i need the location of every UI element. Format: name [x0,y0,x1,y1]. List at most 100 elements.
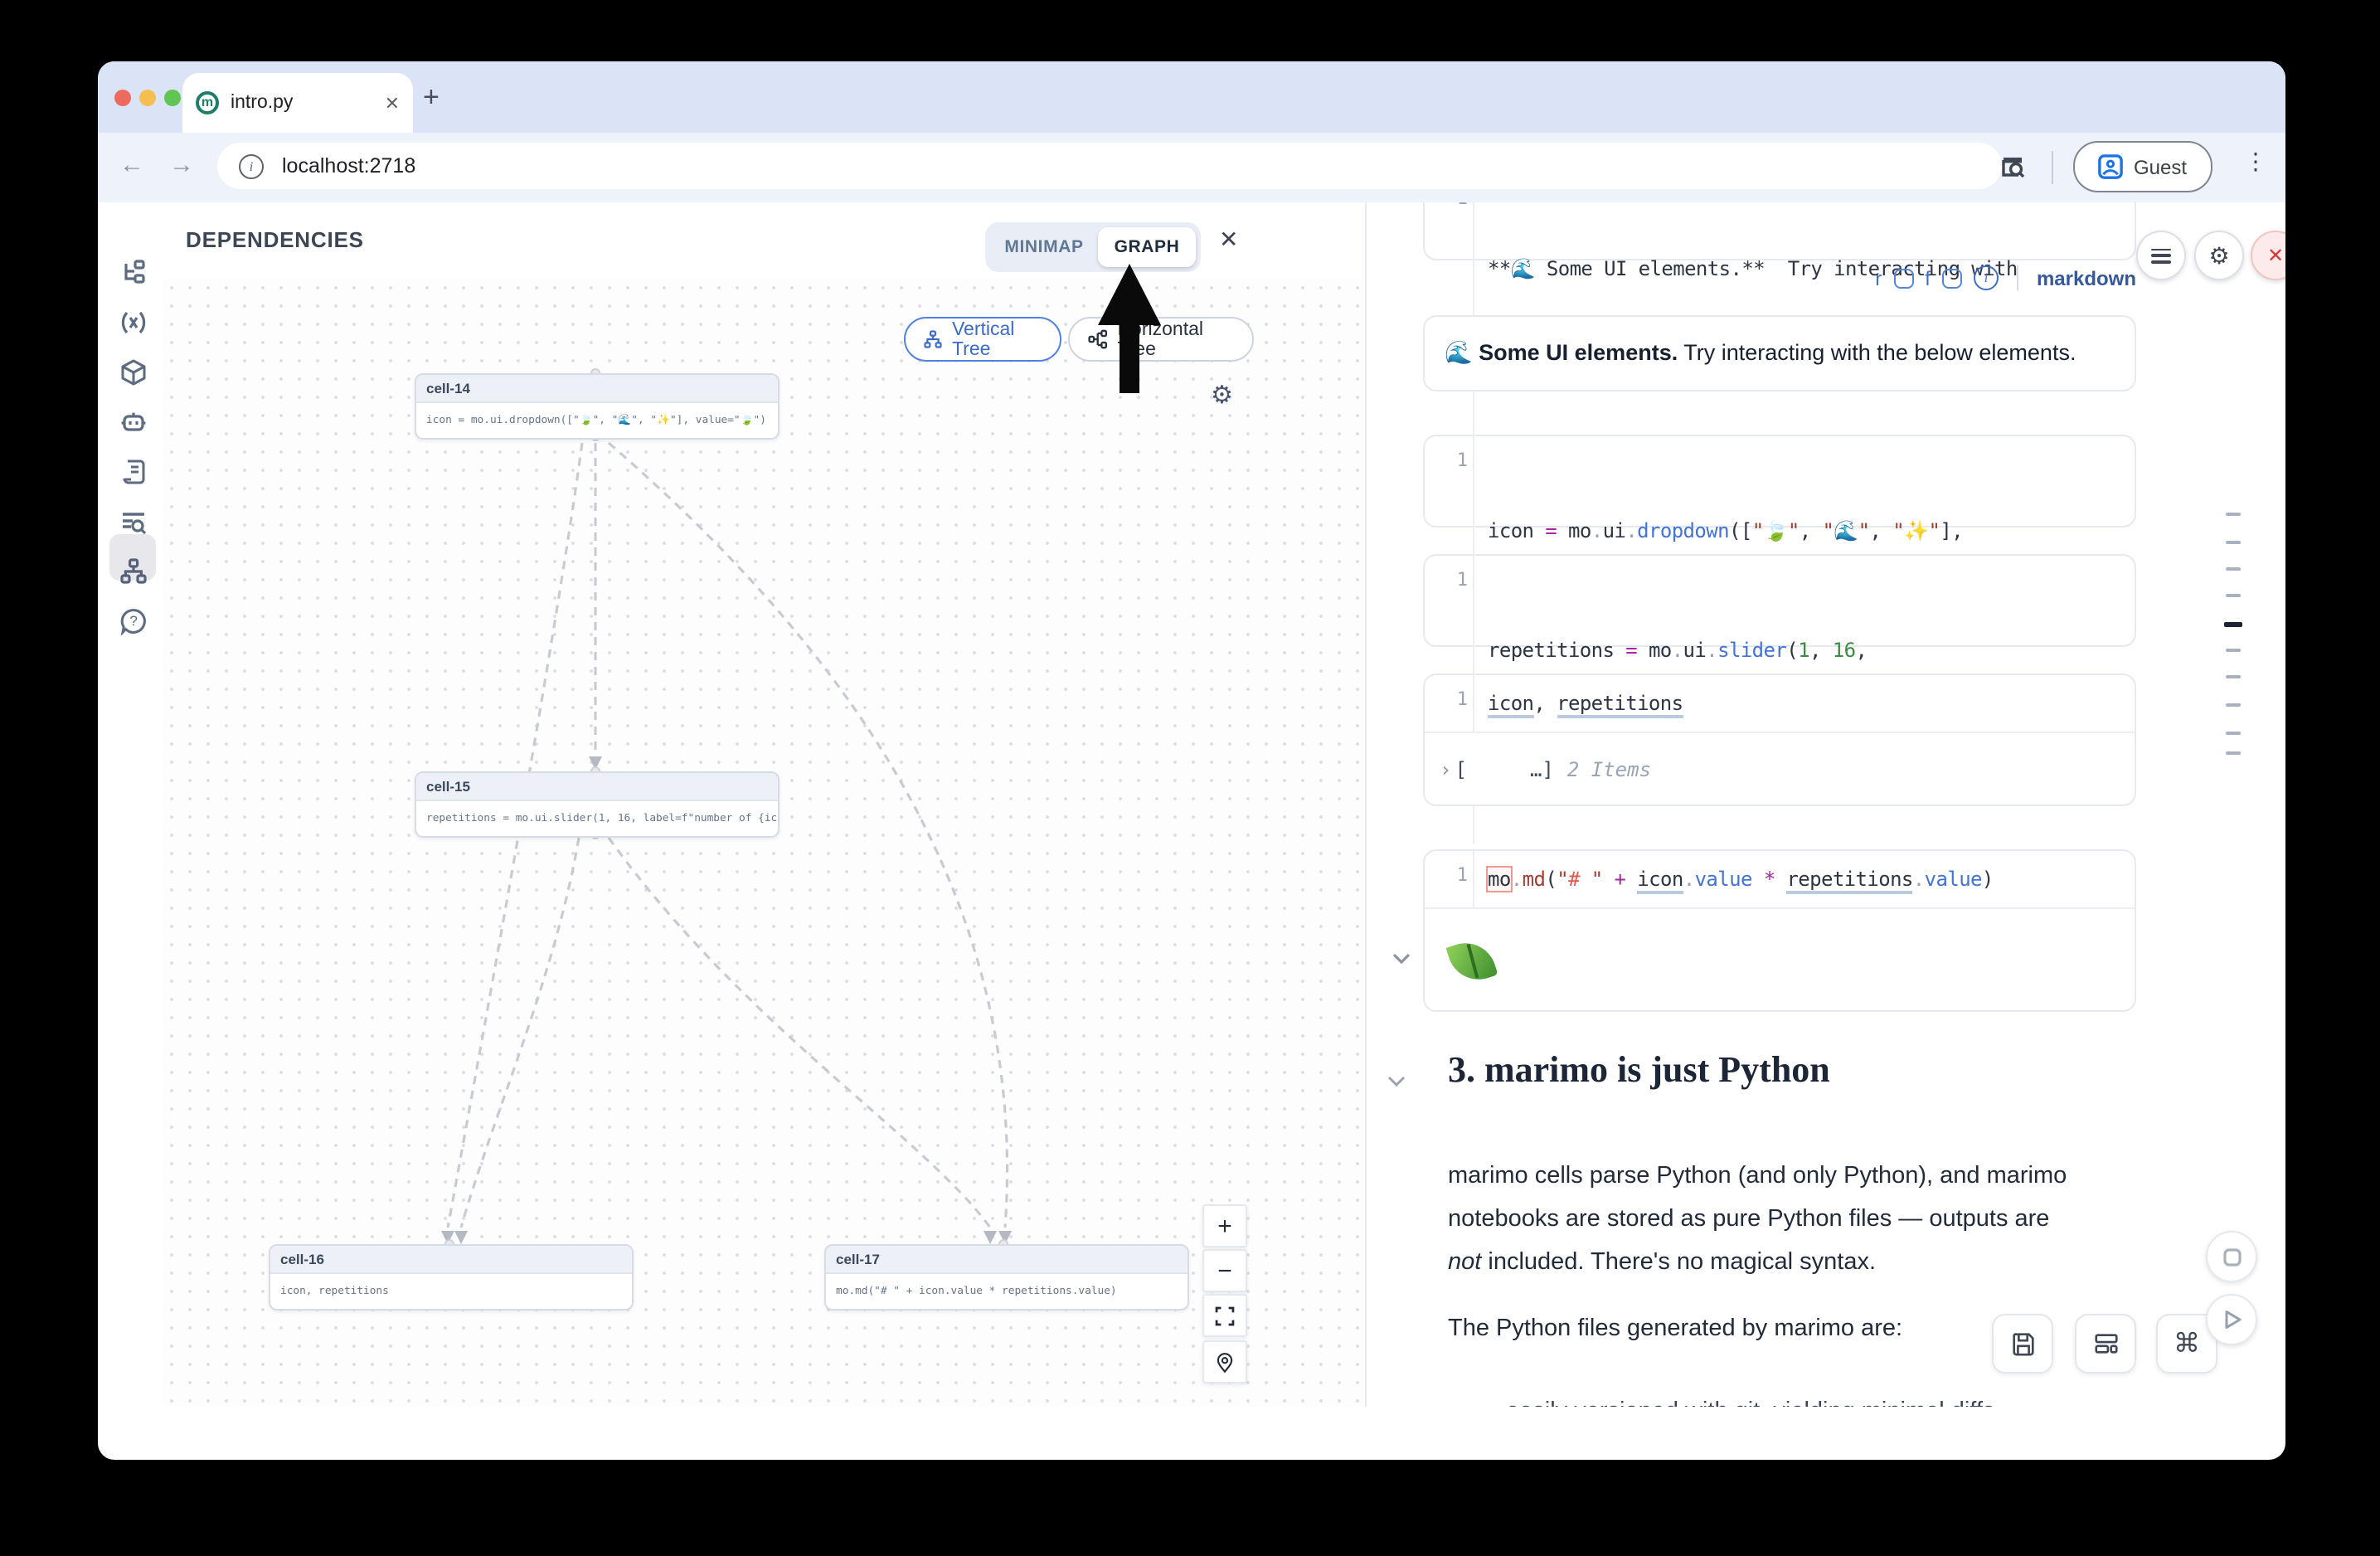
help-icon[interactable]: ? [119,607,148,635]
node-title: cell-15 [416,773,778,801]
expand-chevron-icon[interactable]: › [1440,758,1451,781]
variables-icon[interactable] [119,309,148,337]
toggle-r-checkbox[interactable] [1893,268,1913,288]
graph-canvas[interactable]: Vertical Tree Horizontal Tree ⚙ cell-14 … [163,279,1365,1407]
zoom-out-button[interactable]: − [1202,1249,1247,1292]
dependencies-header: DEPENDENCIES MINIMAP GRAPH ✕ [163,202,1365,280]
code-editor[interactable]: icon, repetitions [1474,675,1696,732]
play-icon [2222,1309,2242,1330]
ai-assistant-icon[interactable] [119,408,148,436]
md-call-output [1425,909,2135,1012]
profile-button[interactable]: Guest [2073,141,2212,192]
traffic-minimize-button[interactable] [139,90,156,106]
app-sidebar: ? [98,202,164,1407]
cell-marker[interactable] [2226,594,2241,597]
section-collapse-chevron-icon[interactable] [1387,1075,1406,1088]
locate-button[interactable] [1202,1340,1247,1383]
dependencies-panel: DEPENDENCIES MINIMAP GRAPH ✕ [163,202,1365,1407]
address-bar[interactable]: i localhost:2718 [217,143,2002,189]
site-info-icon[interactable]: i [239,153,264,178]
notebook-pane: 1 **🌊 Some UI elements.** Try interactin… [1365,202,2285,1407]
save-button[interactable] [1992,1314,2053,1374]
toggle-f-checkbox[interactable] [1942,268,1962,288]
node-title: cell-14 [416,375,778,403]
graph-node-cell-17[interactable]: cell-17 mo.md("# " + icon.value * repeti… [824,1244,1189,1310]
expression-output: › [ … ] 2 Items [1425,733,2135,806]
cell-marker[interactable] [2226,732,2241,735]
language-mode-label[interactable]: markdown [2037,266,2136,289]
cell-md-call[interactable]: 1 mo.md("# " + icon.value * repetitions.… [1423,849,2136,1012]
traffic-zoom-button[interactable] [164,90,181,106]
horizontal-tree-label: Horizontal Tree [1117,319,1234,359]
horizontal-tree-button[interactable]: Horizontal Tree [1068,317,1254,362]
save-icon [2009,1330,2036,1357]
dependency-graph-icon[interactable] [119,557,148,586]
logs-icon[interactable] [119,458,148,486]
cell-expression[interactable]: 1 icon, repetitions › [ … ] 2 Items [1423,673,2136,806]
cell-marker[interactable] [2226,513,2241,516]
vertical-tree-button[interactable]: Vertical Tree [904,317,1061,362]
cell-marker[interactable] [2226,703,2241,707]
vertical-tree-label: Vertical Tree [952,319,1042,359]
collapsed-dots[interactable]: … [1530,758,1542,781]
cell-md-source[interactable]: 1 **🌊 Some UI elements.** Try interactin… [1423,202,2136,260]
markdown-toggle-row: r f i markdown [1423,265,2136,290]
new-tab-button[interactable]: + [423,83,440,111]
graph-node-cell-16[interactable]: cell-16 icon, repetitions [269,1244,634,1310]
graph-node-cell-14[interactable]: cell-14 icon = mo.ui.dropdown(["🍃", "🌊",… [415,373,780,440]
minus-icon: − [1217,1257,1232,1285]
scratchpad-search-icon[interactable] [119,508,148,536]
cell-marker[interactable] [2226,567,2241,571]
avatar-icon [2099,154,2124,179]
packages-icon[interactable] [119,358,148,387]
zoom-in-button[interactable]: + [1202,1204,1247,1247]
cell-marker[interactable] [2226,541,2241,544]
toggle-divider [2017,265,2018,290]
tab-title: intro.py [231,93,385,113]
traffic-close-button[interactable] [114,90,131,106]
toolbar-divider [2052,151,2053,184]
panel-close-icon[interactable]: ✕ [1219,226,1238,254]
file-explorer-icon[interactable] [119,259,148,287]
node-title: cell-17 [826,1246,1188,1274]
stop-button[interactable] [2206,1231,2257,1282]
node-code: repetitions = mo.ui.slider(1, 16, label=… [416,801,778,834]
cell-slider[interactable]: 1 repetitions = mo.ui.slider(1, 16, labe… [1423,554,2136,647]
gear-icon: ⚙ [2208,241,2229,270]
tab-graph[interactable]: GRAPH [1098,227,1196,267]
panel-title: DEPENDENCIES [186,227,364,252]
forward-icon[interactable]: → [169,151,194,179]
fit-view-button[interactable] [1202,1294,1247,1337]
layout-toggle-button[interactable] [2075,1314,2136,1374]
tab-close-icon[interactable]: ✕ [385,92,400,114]
cell-marker[interactable] [2226,675,2241,678]
cell-marker[interactable] [2226,751,2241,755]
view-segmented-control: MINIMAP GRAPH [985,222,1201,272]
graph-node-cell-15[interactable]: cell-15 repetitions = mo.ui.slider(1, 16… [415,771,780,838]
cell-dropdown[interactable]: 1 icon = mo.ui.dropdown(["🍃", "🌊", "✨"],… [1423,435,2136,528]
cell-marker-active[interactable] [2224,622,2242,627]
search-tabs-icon[interactable] [1999,153,2028,182]
code-line: icon = mo.ui.dropdown(["🍃", "🌊", "✨"], [1488,514,1963,547]
vertical-tree-icon [924,328,942,350]
profile-label: Guest [2134,155,2187,178]
back-icon[interactable]: ← [119,151,144,179]
collapse-chevron-icon[interactable] [1392,952,1411,965]
graph-settings-icon[interactable]: ⚙ [1211,380,1233,410]
browser-window: m intro.py ✕ + ← → ↻ i localhost:2718 Gu… [98,61,2285,1460]
info-icon[interactable]: i [1974,265,1999,290]
md-output: 🌊 Some UI elements. Try interacting with… [1423,315,2136,391]
browser-menu-icon[interactable]: ⋮ [2244,148,2267,176]
layout-grid-icon [2092,1330,2119,1357]
code-editor[interactable]: mo.md("# " + icon.value * repetitions.va… [1474,851,2007,907]
run-button[interactable] [2206,1294,2257,1345]
notebook-menu-button[interactable] [2136,231,2186,280]
toggle-r-label: r [1875,266,1882,289]
bracket-close: ] [1542,758,1553,781]
cell-marker[interactable] [2226,649,2241,652]
notebook-settings-button[interactable]: ⚙ [2194,231,2244,280]
tab-minimap[interactable]: MINIMAP [990,237,1098,257]
browser-tab[interactable]: m intro.py ✕ [182,73,413,133]
code-line: icon, repetitions [1488,687,1683,720]
code-line: repetitions = mo.ui.slider(1, 16, [1488,634,1878,667]
